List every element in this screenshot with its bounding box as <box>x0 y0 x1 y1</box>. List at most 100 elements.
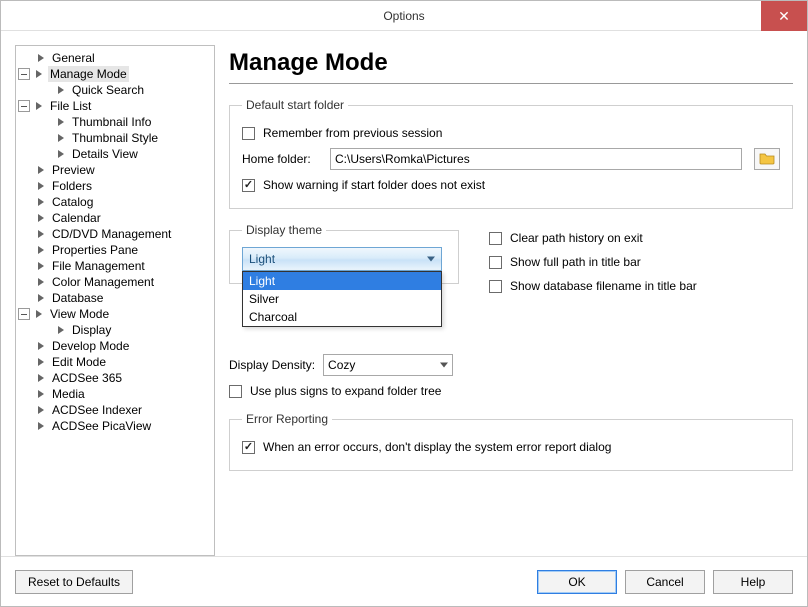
tree-item-general[interactable]: General <box>18 50 212 66</box>
tree-item-thumbnail-info[interactable]: Thumbnail Info <box>18 114 212 130</box>
content-area: General Manage Mode Quick Search File Li… <box>1 31 807 556</box>
triangle-icon <box>38 342 44 350</box>
path-options: Clear path history on exit Show full pat… <box>489 223 793 297</box>
checkbox-show-warning[interactable] <box>242 179 255 192</box>
tree-item-display[interactable]: Display <box>18 322 212 338</box>
button-bar: Reset to Defaults OK Cancel Help <box>1 556 807 606</box>
triangle-icon <box>38 246 44 254</box>
label-db-filename: Show database filename in title bar <box>510 279 697 293</box>
checkbox-plus-signs[interactable] <box>229 385 242 398</box>
tree-item-view-mode[interactable]: View Mode <box>18 306 212 322</box>
option-charcoal[interactable]: Charcoal <box>243 308 441 326</box>
triangle-icon <box>38 422 44 430</box>
checkbox-full-path[interactable] <box>489 256 502 269</box>
label-display-density: Display Density: <box>229 358 315 372</box>
tree-item-folders[interactable]: Folders <box>18 178 212 194</box>
triangle-icon <box>38 230 44 238</box>
tree-item-color-management[interactable]: Color Management <box>18 274 212 290</box>
option-silver[interactable]: Silver <box>243 290 441 308</box>
tree-item-edit-mode[interactable]: Edit Mode <box>18 354 212 370</box>
checkbox-remember-session[interactable] <box>242 127 255 140</box>
triangle-icon <box>38 294 44 302</box>
chevron-down-icon <box>427 257 435 262</box>
tree-item-details-view[interactable]: Details View <box>18 146 212 162</box>
tree-item-acdsee-picaview[interactable]: ACDSee PicaView <box>18 418 212 434</box>
tree-item-file-list[interactable]: File List <box>18 98 212 114</box>
tree-item-calendar[interactable]: Calendar <box>18 210 212 226</box>
tree-item-quick-search[interactable]: Quick Search <box>18 82 212 98</box>
folder-icon <box>759 151 775 168</box>
group-legend: Default start folder <box>242 98 348 112</box>
triangle-icon <box>38 214 44 222</box>
title-bar: Options ✕ <box>1 1 807 31</box>
triangle-icon <box>36 102 42 110</box>
label-full-path: Show full path in title bar <box>510 255 641 269</box>
triangle-icon <box>36 310 42 318</box>
tree-item-develop-mode[interactable]: Develop Mode <box>18 338 212 354</box>
triangle-icon <box>38 278 44 286</box>
tree-item-cddvd[interactable]: CD/DVD Management <box>18 226 212 242</box>
label-show-warning: Show warning if start folder does not ex… <box>263 178 485 192</box>
triangle-icon <box>38 406 44 414</box>
cancel-button[interactable]: Cancel <box>625 570 705 594</box>
tree-item-thumbnail-style[interactable]: Thumbnail Style <box>18 130 212 146</box>
group-legend: Display theme <box>242 223 326 237</box>
triangle-icon <box>58 118 64 126</box>
triangle-icon <box>58 150 64 158</box>
label-clear-history: Clear path history on exit <box>510 231 643 245</box>
triangle-icon <box>38 374 44 382</box>
reset-defaults-button[interactable]: Reset to Defaults <box>15 570 133 594</box>
collapse-icon[interactable] <box>18 308 30 320</box>
collapse-icon[interactable] <box>18 100 30 112</box>
triangle-icon <box>36 70 42 78</box>
triangle-icon <box>58 326 64 334</box>
triangle-icon <box>38 166 44 174</box>
group-default-start-folder: Default start folder Remember from previ… <box>229 98 793 209</box>
select-display-density[interactable]: Cozy <box>323 354 453 376</box>
density-section: Display Density: Cozy Use plus signs to … <box>229 354 793 398</box>
browse-folder-button[interactable] <box>754 148 780 170</box>
tree-item-acdsee365[interactable]: ACDSee 365 <box>18 370 212 386</box>
triangle-icon <box>58 86 64 94</box>
label-remember-session: Remember from previous session <box>263 126 442 140</box>
checkbox-db-filename[interactable] <box>489 280 502 293</box>
window-title: Options <box>383 9 424 23</box>
label-plus-signs: Use plus signs to expand folder tree <box>250 384 441 398</box>
tree-item-media[interactable]: Media <box>18 386 212 402</box>
tree-item-database[interactable]: Database <box>18 290 212 306</box>
group-legend: Error Reporting <box>242 412 332 426</box>
triangle-icon <box>38 358 44 366</box>
option-light[interactable]: Light <box>243 272 441 290</box>
options-tree[interactable]: General Manage Mode Quick Search File Li… <box>15 45 215 556</box>
input-home-folder[interactable]: C:\Users\Romka\Pictures <box>330 148 742 170</box>
select-listbox[interactable]: Light Silver Charcoal <box>242 271 442 327</box>
group-display-theme: Display theme Light Light Silver Charcoa… <box>229 223 459 284</box>
triangle-icon <box>38 54 44 62</box>
triangle-icon <box>38 182 44 190</box>
tree-item-preview[interactable]: Preview <box>18 162 212 178</box>
collapse-icon[interactable] <box>18 68 30 80</box>
triangle-icon <box>38 390 44 398</box>
page-title: Manage Mode <box>229 49 793 77</box>
help-button[interactable]: Help <box>713 570 793 594</box>
triangle-icon <box>58 134 64 142</box>
triangle-icon <box>38 262 44 270</box>
label-home-folder: Home folder: <box>242 152 322 166</box>
tree-item-acdsee-indexer[interactable]: ACDSee Indexer <box>18 402 212 418</box>
tree-item-manage-mode[interactable]: Manage Mode <box>18 66 212 82</box>
close-button[interactable]: ✕ <box>761 1 807 31</box>
group-error-reporting: Error Reporting When an error occurs, do… <box>229 412 793 471</box>
label-suppress-error: When an error occurs, don't display the … <box>263 440 611 454</box>
select-button[interactable]: Light <box>242 247 442 271</box>
checkbox-suppress-error[interactable] <box>242 441 255 454</box>
chevron-down-icon <box>440 363 448 368</box>
ok-button[interactable]: OK <box>537 570 617 594</box>
select-display-theme[interactable]: Light Light Silver Charcoal <box>242 247 442 271</box>
options-page: Manage Mode Default start folder Remembe… <box>229 45 793 556</box>
close-icon: ✕ <box>778 8 790 25</box>
tree-item-catalog[interactable]: Catalog <box>18 194 212 210</box>
checkbox-clear-history[interactable] <box>489 232 502 245</box>
triangle-icon <box>38 198 44 206</box>
tree-item-properties-pane[interactable]: Properties Pane <box>18 242 212 258</box>
tree-item-file-management[interactable]: File Management <box>18 258 212 274</box>
